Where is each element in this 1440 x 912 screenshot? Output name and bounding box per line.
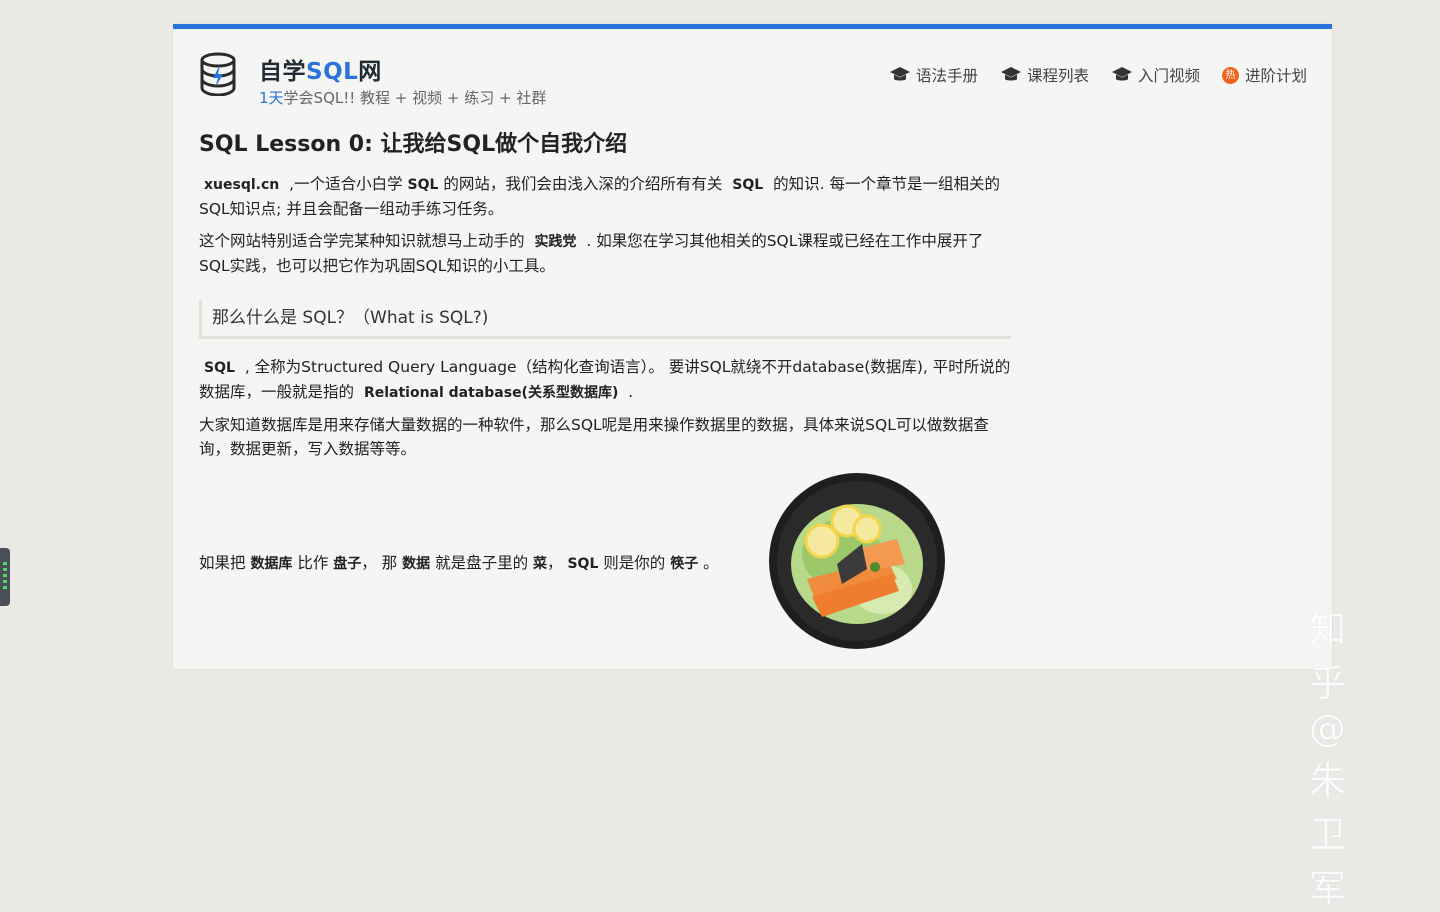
database-logo-icon[interactable] bbox=[198, 52, 238, 96]
hot-badge-icon: 热 bbox=[1221, 66, 1239, 84]
intro-paragraph: xuesql.cn ,一个适合小白学 SQL 的网站，我们会由浅入深的介绍所有有… bbox=[199, 172, 1011, 221]
brand-subtitle: 1天学会SQL!! 教程 + 视频 + 练习 + 社群 bbox=[259, 87, 546, 108]
brand-sql: SQL bbox=[306, 59, 359, 85]
sql-definition-paragraph: SQL , 全称为Structured Query Language（结构化查询… bbox=[199, 355, 1011, 405]
bold-term: 盘子 bbox=[333, 556, 362, 572]
nav-label: 课程列表 bbox=[1026, 67, 1089, 85]
graduation-cap-icon bbox=[889, 67, 910, 81]
site-name[interactable]: xuesql.cn bbox=[199, 177, 284, 193]
text: ， 那 bbox=[361, 554, 403, 572]
nav-advanced-plan[interactable]: 热 进阶计划 bbox=[1221, 64, 1307, 86]
bold-term: 菜 bbox=[533, 556, 548, 572]
graduation-cap-icon bbox=[1111, 67, 1132, 81]
brand[interactable]: 自学SQL网 1天学会SQL!! 教程 + 视频 + 练习 + 社群 bbox=[259, 52, 546, 108]
text: ， bbox=[547, 554, 568, 572]
bold-term: SQL bbox=[567, 556, 599, 572]
brand-suffix: 网 bbox=[358, 59, 382, 85]
nav-course-list[interactable]: 课程列表 bbox=[1000, 64, 1089, 86]
graduation-cap-icon bbox=[1000, 67, 1021, 81]
nav-label: 语法手册 bbox=[915, 67, 978, 85]
subtitle-rest: 学会SQL!! 教程 + 视频 + 练习 + 社群 bbox=[283, 89, 547, 107]
bold-term: 筷子 bbox=[670, 556, 699, 572]
zhihu-watermark: 知乎 @朱卫军 bbox=[1309, 608, 1348, 910]
text: ,一个适合小白学 bbox=[284, 175, 408, 193]
text: 。 bbox=[698, 554, 719, 572]
text: 就是盘子里的 bbox=[430, 554, 534, 572]
brand-prefix: 自学 bbox=[259, 59, 306, 85]
nav-label: 入门视频 bbox=[1137, 67, 1200, 85]
food-plate-image bbox=[767, 469, 947, 659]
side-audio-widget[interactable] bbox=[0, 548, 10, 606]
analogy-line: 如果把 数据库 比作 盘子， 那 数据 就是盘子里的 菜， SQL 则是你的 筷… bbox=[199, 551, 719, 573]
nav-label: 进阶计划 bbox=[1244, 67, 1307, 85]
page-card: 自学SQL网 1天学会SQL!! 教程 + 视频 + 练习 + 社群 语法手册 … bbox=[173, 24, 1346, 910]
text: 如果把 bbox=[199, 554, 251, 572]
text: 则是你的 bbox=[598, 554, 671, 572]
text: 比作 bbox=[292, 554, 334, 572]
sql-keyword: SQL bbox=[407, 177, 439, 193]
text: 这个网站特别适合学完某种知识就想马上动手的 bbox=[199, 232, 530, 250]
bold-term: 数据 bbox=[402, 556, 431, 572]
nav-syntax-manual[interactable]: 语法手册 bbox=[889, 64, 978, 86]
sql-keyword: SQL bbox=[204, 360, 235, 376]
nav-intro-video[interactable]: 入门视频 bbox=[1111, 64, 1200, 86]
section-heading: 那么什么是 SQL？（What is SQL?) bbox=[199, 300, 1011, 339]
lesson-title: SQL Lesson 0: 让我给SQL做个自我介绍 bbox=[199, 132, 628, 157]
bold-term: 数据库 bbox=[250, 556, 293, 572]
relational-db-keyword: Relational database(关系型数据库) bbox=[363, 385, 619, 401]
practice-keyword: 实践党 bbox=[534, 234, 577, 250]
subtitle-accent: 1天 bbox=[259, 89, 284, 107]
audience-paragraph: 这个网站特别适合学完某种知识就想马上动手的 实践党 . 如果您在学习其他相关的S… bbox=[199, 229, 1011, 278]
article: SQL Lesson 0: 让我给SQL做个自我介绍 xuesql.cn ,一个… bbox=[199, 126, 1011, 469]
top-nav: 语法手册 课程列表 入门视频 热 进阶计划 bbox=[889, 64, 1307, 86]
text: 的网站，我们会由浅入深的介绍所有有关 bbox=[438, 175, 728, 193]
sql-keyword: SQL bbox=[732, 177, 764, 193]
sql-usage-paragraph: 大家知道数据库是用来存储大量数据的一种软件，那么SQL呢是用来操作数据里的数据，… bbox=[199, 416, 989, 458]
text: . bbox=[623, 383, 634, 401]
brand-title[interactable]: 自学SQL网 bbox=[259, 52, 546, 86]
